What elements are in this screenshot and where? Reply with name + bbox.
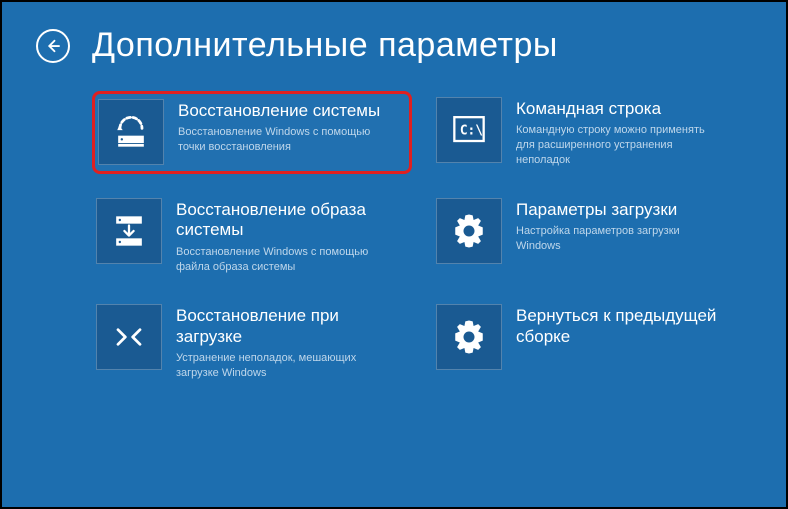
tile-command-prompt[interactable]: C:\ Командная строка Командную строку мо… [432,91,752,174]
options-grid: Восстановление системы Восстановление Wi… [92,91,752,387]
tile-title: Вернуться к предыдущей сборке [516,306,744,347]
page-title: Дополнительные параметры [92,26,558,65]
tile-startup-repair[interactable]: Восстановление при загрузке Устранение н… [92,298,412,386]
tile-title: Восстановление при загрузке [176,306,404,347]
tile-startup-settings[interactable]: Параметры загрузки Настройка параметров … [432,192,752,280]
back-arrow-icon [44,37,62,55]
system-image-recovery-icon [96,198,162,264]
header: Дополнительные параметры [36,26,752,65]
back-button[interactable] [36,29,70,63]
tile-desc: Восстановление Windows с помощью файла о… [176,245,386,275]
tile-title: Параметры загрузки [516,200,726,220]
gear-icon [436,198,502,264]
svg-text:C:\: C:\ [460,124,483,139]
tile-system-restore[interactable]: Восстановление системы Восстановление Wi… [92,91,412,174]
tile-desc: Командную строку можно применять для рас… [516,123,726,168]
tile-title: Восстановление образа системы [176,200,404,241]
command-prompt-icon: C:\ [436,97,502,163]
tile-title: Восстановление системы [178,101,388,121]
tile-desc: Настройка параметров загрузки Windows [516,224,726,254]
tile-desc: Устранение неполадок, мешающих загрузке … [176,351,386,381]
system-restore-icon [98,99,164,165]
startup-repair-icon [96,304,162,370]
tile-go-back-previous-build[interactable]: Вернуться к предыдущей сборке [432,298,752,386]
tile-desc: Восстановление Windows с помощью точки в… [178,125,388,155]
tile-title: Командная строка [516,99,726,119]
gear-icon [436,304,502,370]
tile-system-image-recovery[interactable]: Восстановление образа системы Восстановл… [92,192,412,280]
